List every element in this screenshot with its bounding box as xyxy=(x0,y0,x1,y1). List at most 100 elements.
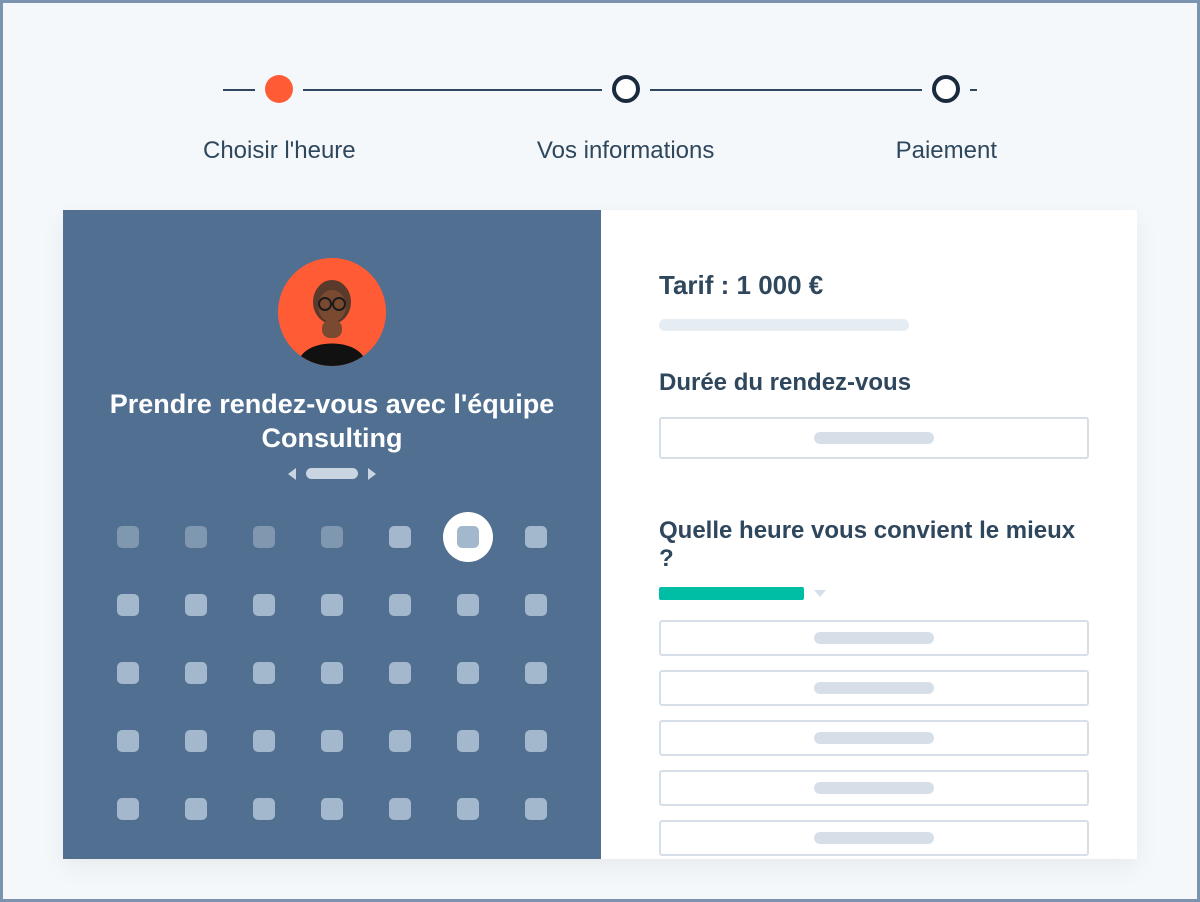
timezone-select[interactable] xyxy=(659,587,1089,600)
calendar-day[interactable] xyxy=(307,716,357,766)
day-placeholder-icon xyxy=(525,798,547,820)
day-placeholder-icon xyxy=(253,526,275,548)
calendar-day[interactable] xyxy=(307,580,357,630)
calendar-day[interactable] xyxy=(103,716,153,766)
calendar-day[interactable] xyxy=(171,716,221,766)
calendar-day[interactable] xyxy=(511,784,561,834)
day-placeholder-icon xyxy=(253,594,275,616)
day-placeholder-icon xyxy=(389,526,411,548)
day-placeholder-icon xyxy=(525,594,547,616)
day-placeholder-icon xyxy=(185,594,207,616)
calendar-day[interactable] xyxy=(375,512,425,562)
calendar-day[interactable] xyxy=(239,580,289,630)
calendar-day[interactable] xyxy=(375,784,425,834)
calendar-day[interactable] xyxy=(307,648,357,698)
timezone-value-placeholder xyxy=(659,587,804,600)
day-placeholder-icon xyxy=(457,594,479,616)
day-placeholder-icon xyxy=(389,798,411,820)
calendar-day[interactable] xyxy=(171,580,221,630)
calendar-day[interactable] xyxy=(103,648,153,698)
calendar-day[interactable] xyxy=(239,716,289,766)
avatar-illustration xyxy=(278,258,386,366)
time-slot-list xyxy=(659,620,1089,856)
calendar-day[interactable] xyxy=(443,784,493,834)
time-slot-placeholder xyxy=(814,632,934,644)
day-placeholder-icon xyxy=(253,662,275,684)
day-placeholder-icon xyxy=(117,526,139,548)
day-placeholder-icon xyxy=(389,730,411,752)
step-label: Vos informations xyxy=(537,137,714,165)
day-placeholder-icon xyxy=(321,526,343,548)
calendar-day[interactable] xyxy=(239,648,289,698)
time-slot-placeholder xyxy=(814,682,934,694)
day-placeholder-icon xyxy=(321,662,343,684)
avatar xyxy=(278,258,386,366)
calendar-day[interactable] xyxy=(171,648,221,698)
day-placeholder-icon xyxy=(321,798,343,820)
time-slot[interactable] xyxy=(659,620,1089,656)
month-placeholder xyxy=(306,468,358,479)
calendar-day[interactable] xyxy=(375,716,425,766)
calendar-day[interactable] xyxy=(375,648,425,698)
duration-value-placeholder xyxy=(814,432,934,444)
price-subtext-placeholder xyxy=(659,319,909,331)
chevron-right-icon[interactable] xyxy=(368,468,376,480)
calendar-day[interactable] xyxy=(443,580,493,630)
details-panel: Tarif : 1 000 € Durée du rendez-vous Que… xyxy=(601,210,1147,859)
calendar-day[interactable] xyxy=(171,512,221,562)
day-placeholder-icon xyxy=(185,662,207,684)
booking-card: Prendre rendez-vous avec l'équipe Consul… xyxy=(63,210,1137,859)
time-question-label: Quelle heure vous convient le mieux ? xyxy=(659,517,1089,573)
day-placeholder-icon xyxy=(185,730,207,752)
calendar-day[interactable] xyxy=(511,512,561,562)
day-placeholder-icon xyxy=(117,730,139,752)
step-choose-time[interactable]: Choisir l'heure xyxy=(203,71,356,165)
time-slot[interactable] xyxy=(659,720,1089,756)
calendar-day[interactable] xyxy=(103,512,153,562)
calendar-day[interactable] xyxy=(443,648,493,698)
time-slot-placeholder xyxy=(814,832,934,844)
month-pager xyxy=(288,468,376,480)
day-placeholder-icon xyxy=(253,730,275,752)
calendar-day[interactable] xyxy=(239,512,289,562)
calendar-day-selected[interactable] xyxy=(443,512,493,562)
step-payment[interactable]: Paiement xyxy=(896,71,997,165)
day-placeholder-icon xyxy=(389,594,411,616)
time-slot[interactable] xyxy=(659,670,1089,706)
step-label: Paiement xyxy=(896,137,997,165)
day-placeholder-icon xyxy=(457,526,479,548)
duration-select[interactable] xyxy=(659,417,1089,459)
calendar-day[interactable] xyxy=(307,784,357,834)
time-slot[interactable] xyxy=(659,770,1089,806)
step-dot xyxy=(612,75,640,103)
day-placeholder-icon xyxy=(525,730,547,752)
calendar-day[interactable] xyxy=(375,580,425,630)
calendar-day[interactable] xyxy=(511,648,561,698)
price-label: Tarif : 1 000 € xyxy=(659,270,1089,301)
step-dot xyxy=(932,75,960,103)
time-slot[interactable] xyxy=(659,820,1089,856)
chevron-down-icon xyxy=(814,590,826,597)
day-placeholder-icon xyxy=(457,798,479,820)
calendar-day[interactable] xyxy=(103,784,153,834)
duration-label: Durée du rendez-vous xyxy=(659,369,1089,397)
day-placeholder-icon xyxy=(253,798,275,820)
calendar-day[interactable] xyxy=(511,580,561,630)
day-placeholder-icon xyxy=(457,662,479,684)
day-placeholder-icon xyxy=(457,730,479,752)
day-placeholder-icon xyxy=(525,662,547,684)
day-placeholder-icon xyxy=(117,798,139,820)
calendar-day[interactable] xyxy=(171,784,221,834)
calendar-day[interactable] xyxy=(239,784,289,834)
calendar-day[interactable] xyxy=(443,716,493,766)
step-your-info[interactable]: Vos informations xyxy=(537,71,714,165)
calendar-day[interactable] xyxy=(511,716,561,766)
stepper: Choisir l'heure Vos informations Paiemen… xyxy=(203,71,997,171)
calendar-day[interactable] xyxy=(307,512,357,562)
app-frame: Choisir l'heure Vos informations Paiemen… xyxy=(0,0,1200,902)
time-slot-placeholder xyxy=(814,732,934,744)
calendar-day[interactable] xyxy=(103,580,153,630)
calendar-panel: Prendre rendez-vous avec l'équipe Consul… xyxy=(63,210,601,859)
chevron-left-icon[interactable] xyxy=(288,468,296,480)
step-dot-active xyxy=(265,75,293,103)
